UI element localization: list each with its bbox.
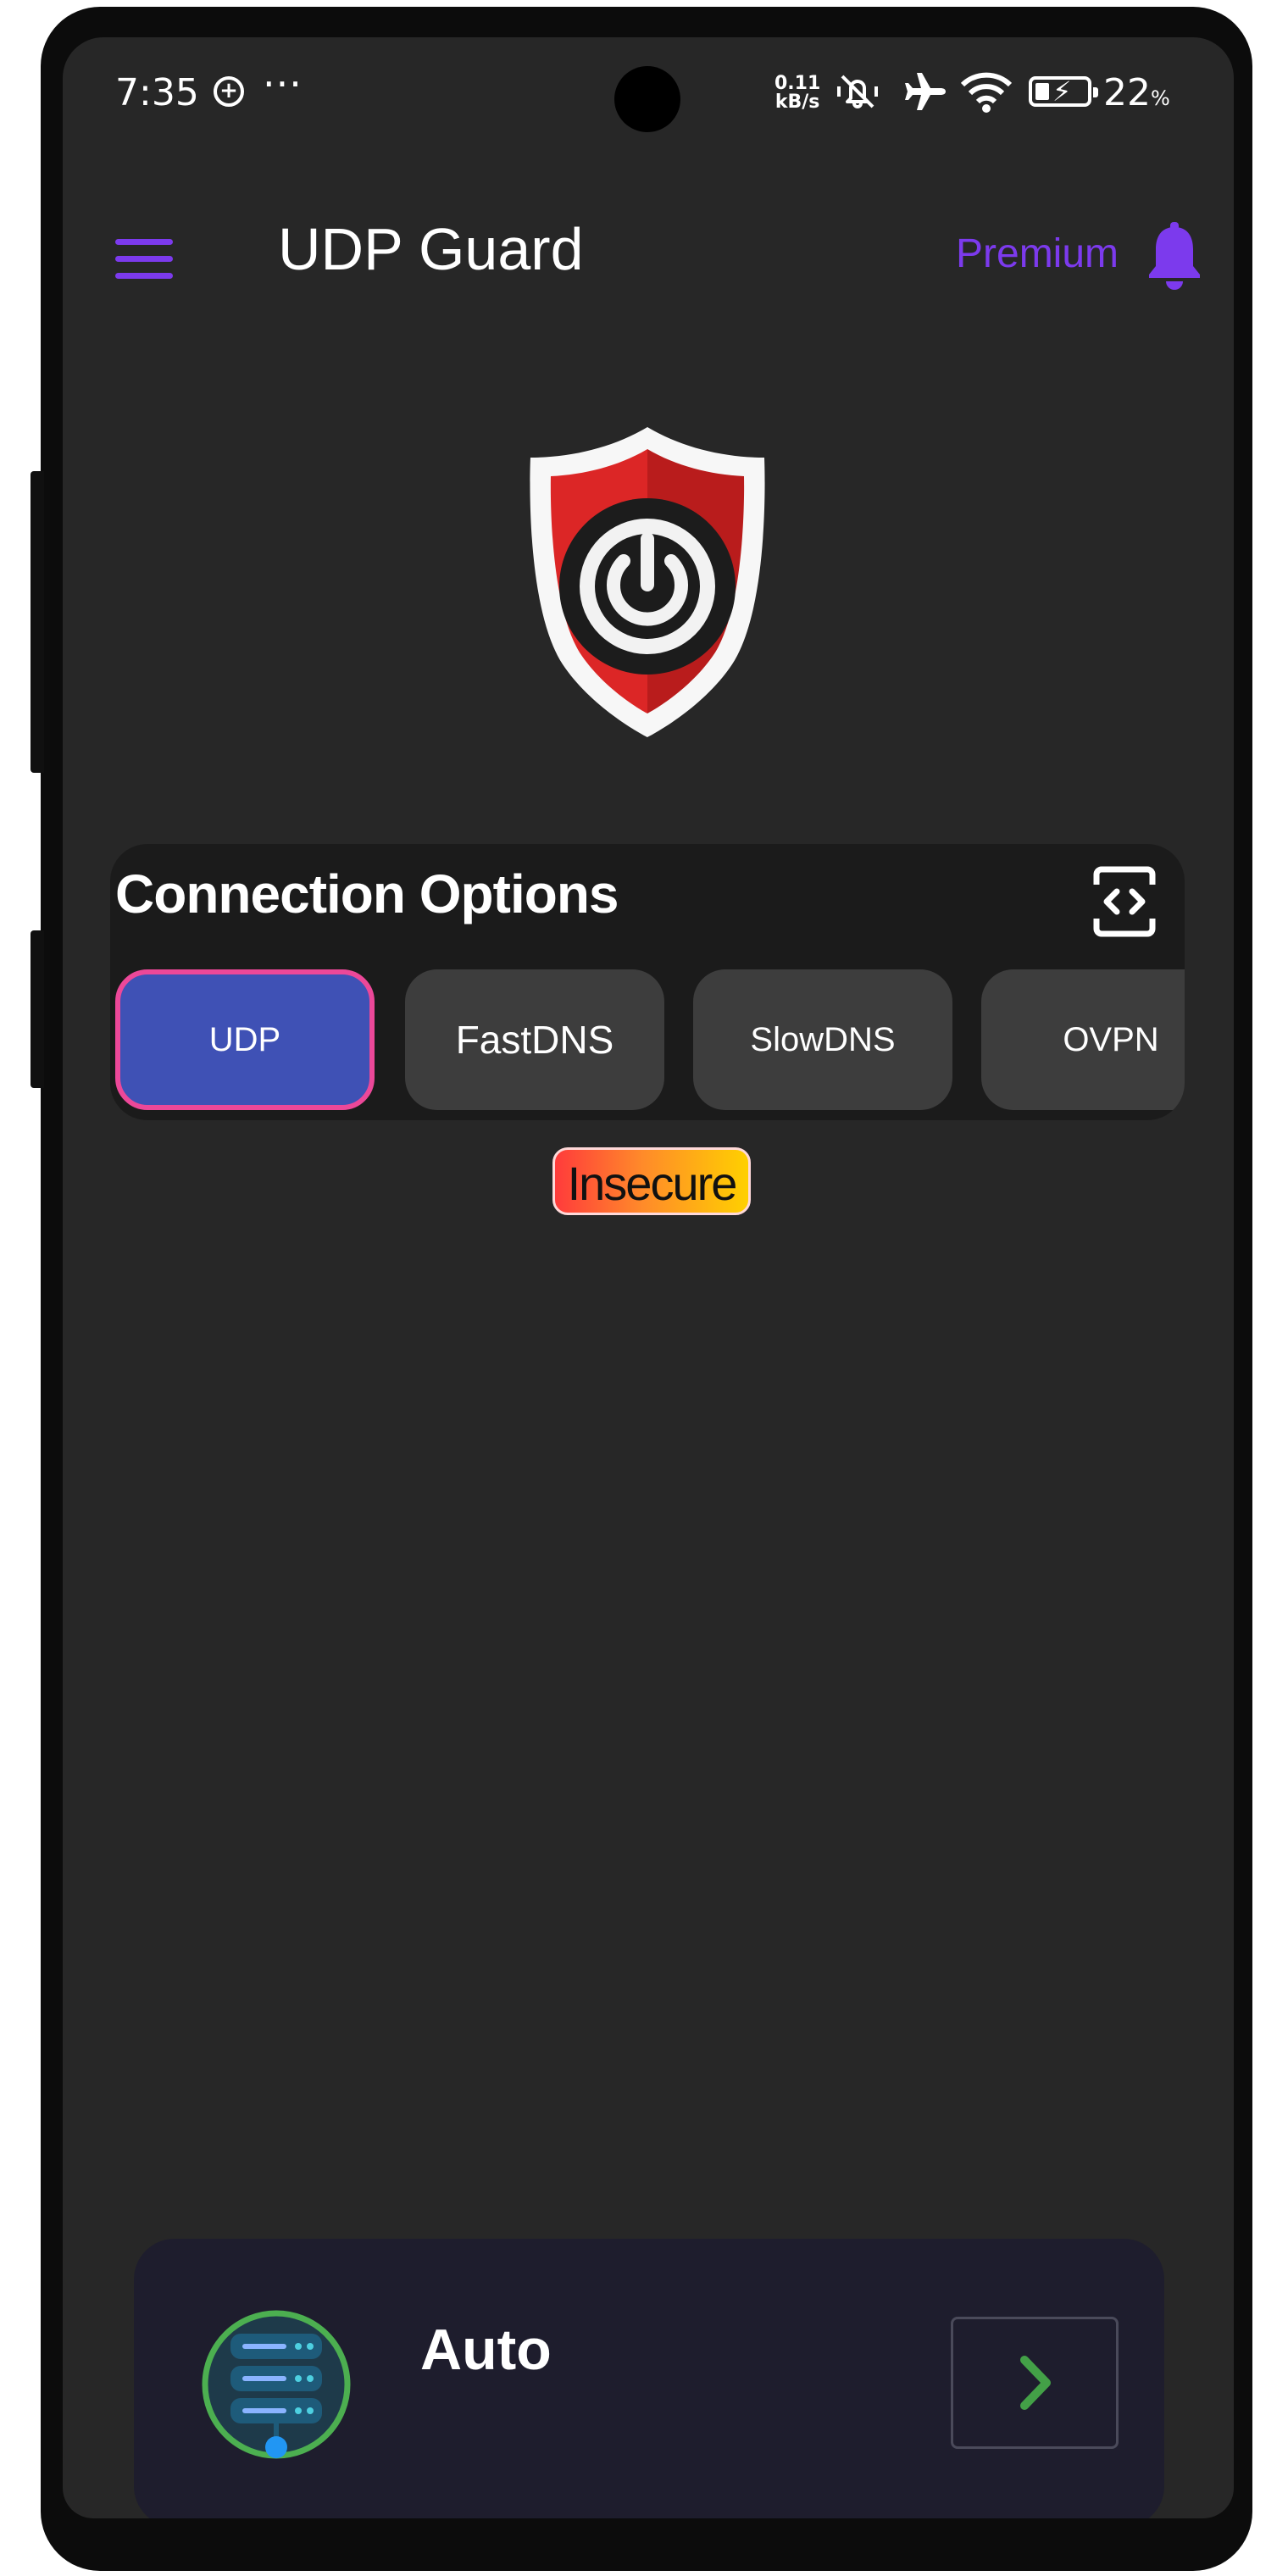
airplane-mode-icon	[902, 68, 949, 125]
network-speed-unit: kB/s	[774, 92, 820, 113]
server-select-button[interactable]	[951, 2317, 1119, 2449]
shield-power-icon[interactable]	[512, 419, 783, 741]
front-camera	[614, 66, 680, 132]
battery-percent-unit: %	[1151, 86, 1170, 110]
battery-percent: 22%	[1103, 71, 1170, 114]
tab-ovpn[interactable]: OVPN	[981, 969, 1185, 1110]
tab-udp[interactable]: UDP	[115, 969, 375, 1110]
security-status-badge: Insecure	[552, 1147, 751, 1215]
power-button	[31, 930, 44, 1088]
app-bar: UDP Guard Premium	[63, 164, 1234, 308]
server-name: Auto	[420, 2318, 552, 2382]
server-stack-icon	[200, 2308, 353, 2461]
status-bar: 7:35 + ··· 0.11 kB/s ⚡ 22%	[63, 37, 1234, 164]
volume-button	[31, 471, 44, 773]
tab-fastdns[interactable]: FastDNS	[405, 969, 664, 1110]
more-notifications-icon: ···	[263, 61, 303, 107]
chevron-right-icon	[1020, 2356, 1051, 2410]
vibrate-off-icon	[834, 68, 881, 125]
notification-bell-icon[interactable]	[1146, 222, 1203, 291]
network-speed-value: 0.11	[774, 73, 821, 94]
status-time: 7:35	[115, 71, 199, 114]
tab-slowdns[interactable]: SlowDNS	[693, 969, 952, 1110]
wifi-icon	[959, 68, 1013, 125]
premium-button[interactable]: Premium	[956, 230, 1119, 277]
connection-options-card: Connection Options UDP FastDNS SlowDNS O…	[110, 844, 1185, 1120]
notification-plus-icon: +	[214, 76, 244, 107]
app-screen: 7:35 + ··· 0.11 kB/s ⚡ 22% UDP Guard Pre…	[63, 37, 1234, 2518]
protocol-tabs: UDP FastDNS SlowDNS OVPN	[115, 969, 1185, 1113]
scan-code-icon[interactable]	[1093, 866, 1156, 937]
battery-percent-value: 22	[1103, 71, 1151, 114]
network-speed: 0.11 kB/s	[774, 75, 820, 112]
connection-options-title: Connection Options	[115, 863, 619, 924]
app-title: UDP Guard	[278, 216, 584, 282]
hamburger-menu-icon[interactable]	[115, 239, 175, 281]
battery-icon: ⚡	[1029, 75, 1098, 108]
server-selector-card[interactable]: Auto	[134, 2239, 1164, 2518]
